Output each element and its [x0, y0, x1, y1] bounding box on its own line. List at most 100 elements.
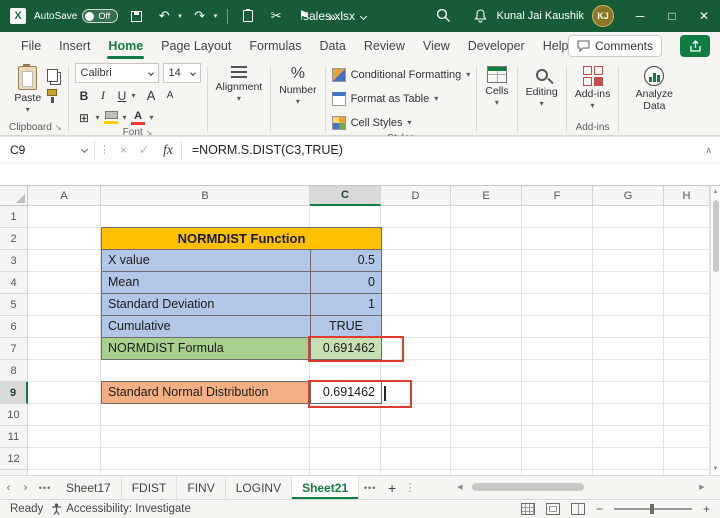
- normal-view-icon[interactable]: [521, 503, 535, 515]
- page-layout-view-icon[interactable]: [546, 503, 560, 515]
- shrink-font-button[interactable]: A: [161, 86, 180, 105]
- maximize-button[interactable]: □: [656, 0, 688, 32]
- cell-F11[interactable]: [522, 426, 593, 448]
- grow-font-button[interactable]: A: [142, 86, 161, 105]
- cell-E11[interactable]: [451, 426, 522, 448]
- cell-styles-button[interactable]: Cell Styles ▾: [332, 113, 412, 133]
- cell-H7[interactable]: [664, 338, 710, 360]
- cell-H6[interactable]: [664, 316, 710, 338]
- row-header-10[interactable]: 10: [0, 404, 28, 426]
- underline-dropdown-icon[interactable]: ▾: [132, 92, 136, 100]
- cell-D2[interactable]: [381, 228, 451, 250]
- cell-E12[interactable]: [451, 448, 522, 470]
- column-header-D[interactable]: D: [381, 186, 451, 206]
- cell-A9[interactable]: [28, 382, 101, 404]
- row-header-5[interactable]: 5: [0, 294, 28, 316]
- fill-color-dropdown-icon[interactable]: ▾: [123, 114, 127, 122]
- resize-handle-icon[interactable]: ⋮: [95, 143, 114, 156]
- autosave-toggle[interactable]: AutoSave Off: [34, 9, 118, 23]
- row-header-8[interactable]: 8: [0, 360, 28, 382]
- cell-B9[interactable]: Standard Normal Distribution: [101, 381, 311, 404]
- cell-G10[interactable]: [593, 404, 664, 426]
- ribbon-tab-insert[interactable]: Insert: [50, 34, 99, 58]
- cell-E9[interactable]: [451, 382, 522, 404]
- cell-D6[interactable]: [381, 316, 451, 338]
- format-as-table-button[interactable]: Format as Table ▾: [332, 89, 439, 109]
- select-all-corner[interactable]: [0, 186, 28, 206]
- zoom-out-icon[interactable]: −: [596, 502, 603, 516]
- close-button[interactable]: ✕: [688, 0, 720, 32]
- cell-G5[interactable]: [593, 294, 664, 316]
- cell-B4[interactable]: Mean: [101, 271, 311, 294]
- cell-A11[interactable]: [28, 426, 101, 448]
- ribbon-tab-view[interactable]: View: [414, 34, 459, 58]
- cell-D4[interactable]: [381, 272, 451, 294]
- new-sheet-button[interactable]: +: [381, 476, 403, 499]
- insert-function-icon[interactable]: fx: [155, 142, 181, 158]
- cell-G4[interactable]: [593, 272, 664, 294]
- save-icon[interactable]: [126, 5, 146, 27]
- name-box[interactable]: C9: [0, 143, 74, 157]
- cell-C3[interactable]: 0.5: [310, 249, 382, 272]
- row-header-11[interactable]: 11: [0, 426, 28, 448]
- cell-C8[interactable]: [310, 360, 381, 382]
- cell-B8[interactable]: [101, 360, 310, 382]
- cell-H4[interactable]: [664, 272, 710, 294]
- cell-C4[interactable]: 0: [310, 271, 382, 294]
- tabs-splitter-icon[interactable]: ⋮: [403, 476, 417, 499]
- font-size-select[interactable]: 14: [163, 63, 201, 83]
- tabs-overflow-right[interactable]: •••: [359, 476, 381, 499]
- cell-C12[interactable]: [310, 448, 381, 470]
- column-header-B[interactable]: B: [101, 186, 310, 206]
- sheet-tab-finv[interactable]: FINV: [177, 476, 225, 499]
- tabs-scroll-right-icon[interactable]: ›: [17, 476, 34, 499]
- cell-D10[interactable]: [381, 404, 451, 426]
- search-icon[interactable]: [436, 8, 451, 28]
- cell-A7[interactable]: [28, 338, 101, 360]
- ribbon-tab-page-layout[interactable]: Page Layout: [152, 34, 240, 58]
- confirm-entry-icon[interactable]: ✓: [133, 143, 155, 157]
- cell-E6[interactable]: [451, 316, 522, 338]
- paste-button[interactable]: Paste ▾: [12, 63, 43, 114]
- format-painter-icon[interactable]: [47, 89, 57, 96]
- cell-G9[interactable]: [593, 382, 664, 404]
- ribbon-tab-file[interactable]: File: [12, 34, 50, 58]
- horizontal-scrollbar[interactable]: ◀ ▶: [452, 476, 710, 498]
- page-break-view-icon[interactable]: [571, 503, 585, 515]
- cell-F7[interactable]: [522, 338, 593, 360]
- share-button[interactable]: [680, 35, 710, 57]
- bold-button[interactable]: B: [75, 86, 94, 105]
- autosave-pill[interactable]: Off: [82, 9, 118, 23]
- column-header-H[interactable]: H: [664, 186, 710, 206]
- cell-C5[interactable]: 1: [310, 293, 382, 316]
- zoom-in-icon[interactable]: +: [703, 502, 710, 516]
- comments-button[interactable]: Comments: [568, 35, 662, 57]
- cell-F12[interactable]: [522, 448, 593, 470]
- cell-C9[interactable]: 0.691462: [310, 381, 382, 404]
- cell-H11[interactable]: [664, 426, 710, 448]
- clipboard-dialog-launcher-icon[interactable]: ↘: [55, 123, 62, 132]
- cell-F10[interactable]: [522, 404, 593, 426]
- cell-H3[interactable]: [664, 250, 710, 272]
- cell-H12[interactable]: [664, 448, 710, 470]
- cell-H10[interactable]: [664, 404, 710, 426]
- excel-app-icon[interactable]: X: [10, 8, 26, 24]
- cells-button[interactable]: Cells ▾: [483, 63, 510, 107]
- cell-G6[interactable]: [593, 316, 664, 338]
- paste-dropdown-icon[interactable]: ▾: [26, 106, 30, 114]
- cell-F1[interactable]: [522, 206, 593, 228]
- number-button[interactable]: % Number ▾: [277, 63, 318, 106]
- underline-button[interactable]: U: [113, 86, 132, 105]
- borders-dropdown-icon[interactable]: ▾: [96, 114, 100, 122]
- row-header-4[interactable]: 4: [0, 272, 28, 294]
- cell-B3[interactable]: X value: [101, 249, 311, 272]
- cell-B2[interactable]: NORMDIST Function: [101, 227, 382, 250]
- cell-D8[interactable]: [381, 360, 451, 382]
- cell-E5[interactable]: [451, 294, 522, 316]
- tabs-overflow-left[interactable]: •••: [34, 476, 56, 499]
- column-header-G[interactable]: G: [593, 186, 664, 206]
- column-header-C[interactable]: C: [310, 186, 381, 206]
- cell-E8[interactable]: [451, 360, 522, 382]
- cell-E10[interactable]: [451, 404, 522, 426]
- row-header-3[interactable]: 3: [0, 250, 28, 272]
